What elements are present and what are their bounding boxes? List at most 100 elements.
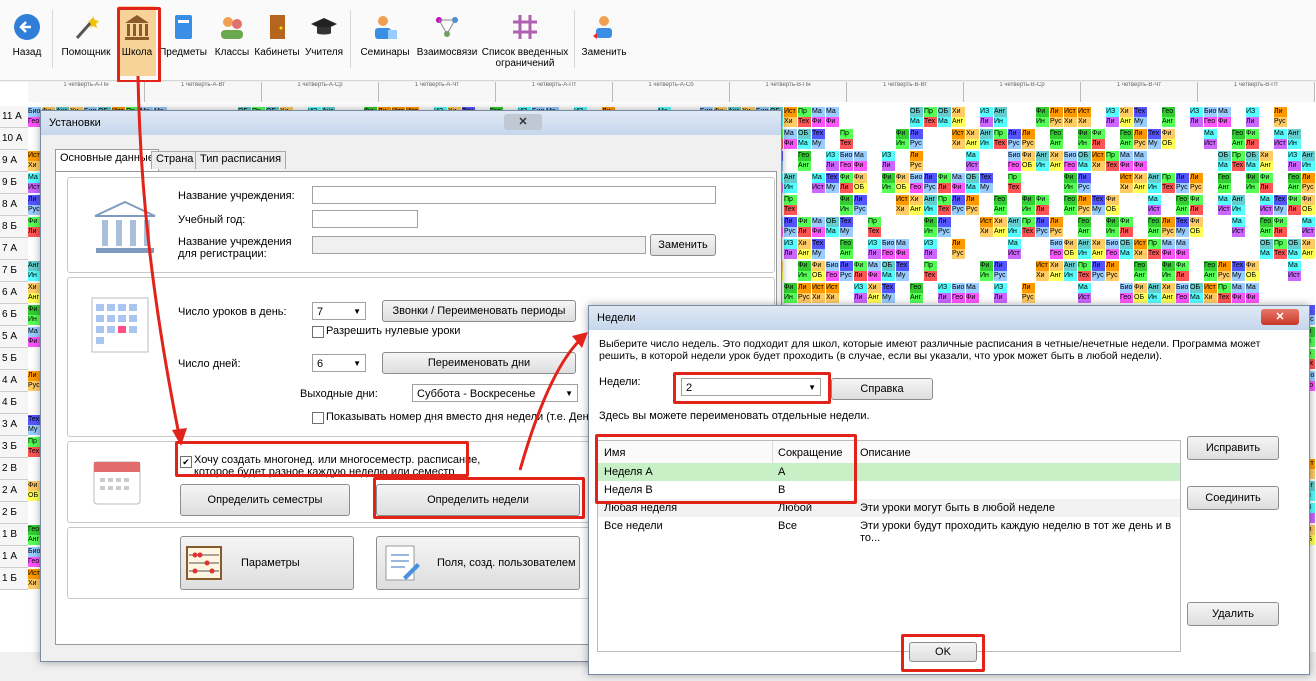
lesson-cell[interactable]: Тех <box>1232 261 1245 271</box>
lesson-cell[interactable]: Ист <box>812 283 825 293</box>
lesson-cell[interactable]: Му <box>882 293 895 303</box>
lesson-cell[interactable]: Фи <box>980 261 993 271</box>
lesson-cell[interactable]: Гео <box>1106 249 1119 259</box>
constraints-button[interactable]: Список введенных ограничений <box>480 6 570 76</box>
lesson-cell[interactable]: Ма <box>868 261 881 271</box>
lesson-cell[interactable]: Хи <box>1260 151 1273 161</box>
lesson-cell[interactable]: Ист <box>1260 205 1273 215</box>
define-semesters-button[interactable]: Определить семестры <box>180 484 350 516</box>
lesson-cell[interactable]: Био <box>826 261 839 271</box>
lesson-cell[interactable]: Ли <box>1120 227 1133 237</box>
lesson-cell[interactable]: ОБ <box>938 107 951 117</box>
show-day-number-checkbox[interactable] <box>312 412 324 424</box>
lesson-cell[interactable]: Тех <box>1176 217 1189 227</box>
lesson-cell[interactable]: Рус <box>924 183 937 193</box>
lesson-cell[interactable]: Анг <box>1134 183 1147 193</box>
lesson-cell[interactable]: ОБ <box>1134 293 1147 303</box>
lesson-cell[interactable]: Ист <box>1274 139 1287 149</box>
lesson-cell[interactable]: Анг <box>1218 183 1231 193</box>
lesson-cell[interactable]: Хи <box>784 117 797 127</box>
lesson-cell[interactable]: Ли <box>952 239 965 249</box>
lesson-cell[interactable]: Фи <box>896 249 909 259</box>
lesson-cell[interactable]: Хи <box>910 195 923 205</box>
lesson-cell[interactable]: Гео <box>994 195 1007 205</box>
lesson-cell[interactable]: Хи <box>1050 261 1063 271</box>
lesson-cell[interactable]: ОБ <box>1064 249 1077 259</box>
lesson-cell[interactable]: Ли <box>784 217 797 227</box>
lesson-cell[interactable]: Ли <box>1036 217 1049 227</box>
class-row-label[interactable]: 4 Б <box>0 392 28 414</box>
help-button[interactable]: Справка <box>831 378 933 400</box>
lesson-cell[interactable]: Тех <box>1078 271 1091 281</box>
lesson-cell[interactable]: Хи <box>1092 239 1105 249</box>
class-row-label[interactable]: 8 Б <box>0 216 28 238</box>
lesson-cell[interactable]: Ма <box>826 227 839 237</box>
lesson-cell[interactable]: Гео <box>826 271 839 281</box>
lesson-cell[interactable]: Анг <box>980 129 993 139</box>
lesson-cell[interactable]: ОБ <box>1246 151 1259 161</box>
lesson-cell[interactable]: Рус <box>1190 183 1203 193</box>
lesson-cell[interactable]: Пр <box>1008 173 1021 183</box>
lesson-cell[interactable]: Ли <box>994 293 1007 303</box>
lesson-cell[interactable]: Ин <box>840 205 853 215</box>
rename-days-button[interactable]: Переименовать дни <box>382 352 576 374</box>
lesson-cell[interactable]: Ма <box>1246 161 1259 171</box>
lesson-cell[interactable]: Фи <box>1190 217 1203 227</box>
lesson-cell[interactable]: Анг <box>1050 139 1063 149</box>
lesson-cell[interactable]: Анг <box>1148 173 1161 183</box>
lesson-cell[interactable]: Ист <box>1134 239 1147 249</box>
lesson-cell[interactable]: ИЗ <box>826 151 839 161</box>
lesson-cell[interactable]: Ли <box>1106 261 1119 271</box>
lesson-cell[interactable]: Гео <box>1176 293 1189 303</box>
lesson-cell[interactable]: Ист <box>1218 205 1231 215</box>
lesson-cell[interactable]: Ма <box>1008 239 1021 249</box>
lesson-cell[interactable]: Ин <box>924 227 937 237</box>
lesson-cell[interactable]: Гео <box>952 293 965 303</box>
lesson-cell[interactable]: ОБ <box>1106 205 1119 215</box>
lesson-cell[interactable]: Био <box>840 151 853 161</box>
lesson-cell[interactable]: Ли <box>1050 107 1063 117</box>
class-row-label[interactable]: 3 Б <box>0 436 28 458</box>
lesson-cell[interactable]: Ли <box>1008 129 1021 139</box>
lesson-cell[interactable]: Рус <box>1078 183 1091 193</box>
class-row-label[interactable]: 2 В <box>0 458 28 480</box>
lesson-cell[interactable]: Рус <box>1176 183 1189 193</box>
lesson-cell[interactable]: Тех <box>1148 249 1161 259</box>
lesson-cell[interactable]: Ин <box>1064 271 1077 281</box>
lesson-cell[interactable]: Фи <box>784 139 797 149</box>
lesson-cell[interactable]: Анг <box>1120 117 1133 127</box>
seminars-button[interactable]: Семинары <box>356 6 414 76</box>
lesson-cell[interactable]: Хи <box>966 129 979 139</box>
lesson-cell[interactable]: Фи <box>1064 173 1077 183</box>
lesson-cell[interactable]: Фи <box>1106 195 1119 205</box>
lesson-cell[interactable]: ОБ <box>1288 239 1301 249</box>
lesson-cell[interactable]: Хи <box>994 217 1007 227</box>
lesson-cell[interactable]: Ин <box>1302 161 1315 171</box>
lesson-cell[interactable]: Тех <box>1162 183 1175 193</box>
lesson-cell[interactable]: Фи <box>924 217 937 227</box>
lesson-cell[interactable]: Фи <box>1288 195 1301 205</box>
lesson-cell[interactable]: Ли <box>868 249 881 259</box>
lesson-cell[interactable]: Ма <box>1190 293 1203 303</box>
lesson-cell[interactable]: Ист <box>1302 227 1315 237</box>
class-row-label[interactable]: 3 А <box>0 414 28 436</box>
lesson-cell[interactable]: Ма <box>1218 107 1231 117</box>
lesson-cell[interactable]: Анг <box>868 293 881 303</box>
lesson-cell[interactable]: Ма <box>1134 151 1147 161</box>
lesson-cell[interactable]: Фи <box>1092 129 1105 139</box>
class-row-label[interactable]: 1 Б <box>0 568 28 590</box>
lesson-cell[interactable]: Тех <box>1022 227 1035 237</box>
weeks-close-button[interactable]: ✕ <box>1261 309 1299 325</box>
lesson-cell[interactable]: Ист <box>1148 205 1161 215</box>
lesson-cell[interactable]: Фи <box>1134 283 1147 293</box>
lesson-cell[interactable]: Ма <box>1260 249 1273 259</box>
lesson-cell[interactable]: Фи <box>1246 129 1259 139</box>
lesson-cell[interactable]: ИЗ <box>1288 151 1301 161</box>
lesson-cell[interactable]: Ли <box>924 249 937 259</box>
lesson-cell[interactable]: Пр <box>1274 239 1287 249</box>
lesson-cell[interactable]: Ли <box>1274 107 1287 117</box>
lesson-cell[interactable]: Анг <box>924 195 937 205</box>
lesson-cell[interactable]: Ин <box>1078 139 1091 149</box>
class-row-label[interactable]: 6 А <box>0 282 28 304</box>
lesson-cell[interactable]: Ма <box>966 183 979 193</box>
